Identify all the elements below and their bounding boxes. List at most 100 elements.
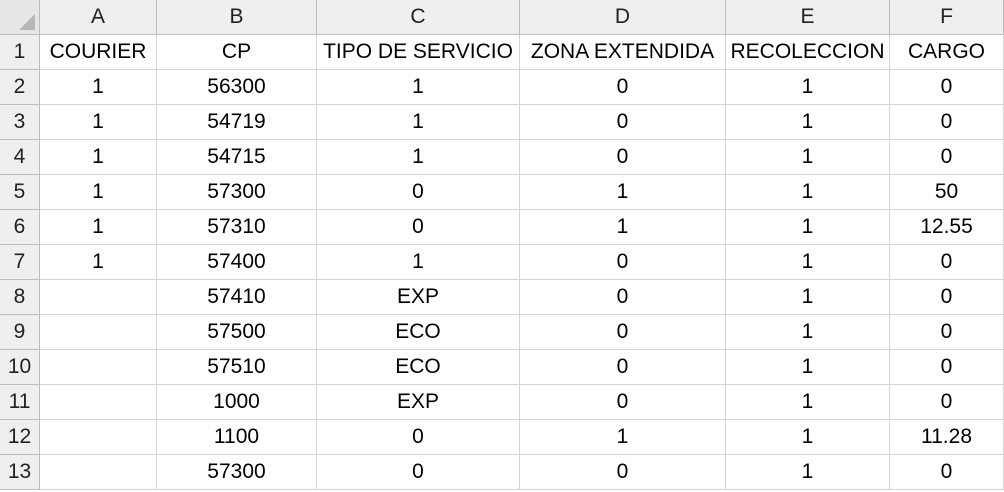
cell-c6[interactable]: 0 xyxy=(317,210,520,245)
cell-b4[interactable]: 54715 xyxy=(157,140,317,175)
cell-d2[interactable]: 0 xyxy=(520,70,726,105)
row-header[interactable]: 8 xyxy=(0,280,40,315)
row-header[interactable]: 4 xyxy=(0,140,40,175)
row-header[interactable]: 10 xyxy=(0,350,40,385)
cell-b5[interactable]: 57300 xyxy=(157,175,317,210)
cell-d1[interactable]: ZONA EXTENDIDA xyxy=(520,35,726,70)
cell-f1[interactable]: CARGO xyxy=(890,35,1004,70)
cell-b3[interactable]: 54719 xyxy=(157,105,317,140)
cell-b12[interactable]: 1100 xyxy=(157,420,317,455)
cell-a10[interactable] xyxy=(40,350,157,385)
cell-e10[interactable]: 1 xyxy=(726,350,890,385)
cell-a13[interactable] xyxy=(40,455,157,490)
cell-a9[interactable] xyxy=(40,315,157,350)
cell-c1[interactable]: TIPO DE SERVICIO xyxy=(317,35,520,70)
cell-d13[interactable]: 0 xyxy=(520,455,726,490)
cell-a4[interactable]: 1 xyxy=(40,140,157,175)
spreadsheet-grid: A B C D E F 1 COURIER CP TIPO DE SERVICIO ZO… xyxy=(0,0,1004,492)
select-all-corner[interactable] xyxy=(0,0,40,35)
row-header[interactable]: 3 xyxy=(0,105,40,140)
cell-e1[interactable]: RECOLECCION xyxy=(726,35,890,70)
cell-a5[interactable]: 1 xyxy=(40,175,157,210)
select-all-triangle-icon xyxy=(19,14,35,30)
row-header[interactable]: 1 xyxy=(0,35,40,70)
cell-b11[interactable]: 1000 xyxy=(157,385,317,420)
cell-e6[interactable]: 1 xyxy=(726,210,890,245)
cell-c9[interactable]: ECO xyxy=(317,315,520,350)
cell-b8[interactable]: 57410 xyxy=(157,280,317,315)
cell-c11[interactable]: EXP xyxy=(317,385,520,420)
cell-b9[interactable]: 57500 xyxy=(157,315,317,350)
cell-c12[interactable]: 0 xyxy=(317,420,520,455)
column-header-f[interactable]: F xyxy=(890,0,1004,35)
cell-f13[interactable]: 0 xyxy=(890,455,1004,490)
cell-c10[interactable]: ECO xyxy=(317,350,520,385)
cell-d12[interactable]: 1 xyxy=(520,420,726,455)
cell-a12[interactable] xyxy=(40,420,157,455)
cell-b1[interactable]: CP xyxy=(157,35,317,70)
row-header[interactable]: 5 xyxy=(0,175,40,210)
cell-a2[interactable]: 1 xyxy=(40,70,157,105)
cell-d5[interactable]: 1 xyxy=(520,175,726,210)
cell-e7[interactable]: 1 xyxy=(726,245,890,280)
cell-e2[interactable]: 1 xyxy=(726,70,890,105)
column-header-e[interactable]: E xyxy=(726,0,890,35)
cell-d11[interactable]: 0 xyxy=(520,385,726,420)
cell-f10[interactable]: 0 xyxy=(890,350,1004,385)
cell-c2[interactable]: 1 xyxy=(317,70,520,105)
cell-e11[interactable]: 1 xyxy=(726,385,890,420)
cell-a6[interactable]: 1 xyxy=(40,210,157,245)
cell-c13[interactable]: 0 xyxy=(317,455,520,490)
row-header[interactable]: 11 xyxy=(0,385,40,420)
cell-c5[interactable]: 0 xyxy=(317,175,520,210)
cell-b2[interactable]: 56300 xyxy=(157,70,317,105)
cell-c4[interactable]: 1 xyxy=(317,140,520,175)
column-header-a[interactable]: A xyxy=(40,0,157,35)
cell-f8[interactable]: 0 xyxy=(890,280,1004,315)
cell-a1[interactable]: COURIER xyxy=(40,35,157,70)
cell-e13[interactable]: 1 xyxy=(726,455,890,490)
cell-f5[interactable]: 50 xyxy=(890,175,1004,210)
row-header[interactable]: 12 xyxy=(0,420,40,455)
cell-f4[interactable]: 0 xyxy=(890,140,1004,175)
cell-a7[interactable]: 1 xyxy=(40,245,157,280)
cell-b13[interactable]: 57300 xyxy=(157,455,317,490)
column-header-b[interactable]: B xyxy=(157,0,317,35)
row-header[interactable]: 7 xyxy=(0,245,40,280)
cell-f2[interactable]: 0 xyxy=(890,70,1004,105)
cell-c8[interactable]: EXP xyxy=(317,280,520,315)
cell-f9[interactable]: 0 xyxy=(890,315,1004,350)
row-header[interactable]: 13 xyxy=(0,455,40,490)
cell-e8[interactable]: 1 xyxy=(726,280,890,315)
cell-c3[interactable]: 1 xyxy=(317,105,520,140)
cell-e9[interactable]: 1 xyxy=(726,315,890,350)
cell-b10[interactable]: 57510 xyxy=(157,350,317,385)
cell-d4[interactable]: 0 xyxy=(520,140,726,175)
cell-e3[interactable]: 1 xyxy=(726,105,890,140)
cell-f12[interactable]: 11.28 xyxy=(890,420,1004,455)
row-header[interactable]: 6 xyxy=(0,210,40,245)
cell-e5[interactable]: 1 xyxy=(726,175,890,210)
cell-d8[interactable]: 0 xyxy=(520,280,726,315)
row-header[interactable]: 9 xyxy=(0,315,40,350)
cell-f6[interactable]: 12.55 xyxy=(890,210,1004,245)
cell-c7[interactable]: 1 xyxy=(317,245,520,280)
column-header-d[interactable]: D xyxy=(520,0,726,35)
cell-a8[interactable] xyxy=(40,280,157,315)
cell-f11[interactable]: 0 xyxy=(890,385,1004,420)
cell-a3[interactable]: 1 xyxy=(40,105,157,140)
cell-b7[interactable]: 57400 xyxy=(157,245,317,280)
cell-f3[interactable]: 0 xyxy=(890,105,1004,140)
row-header[interactable]: 2 xyxy=(0,70,40,105)
cell-e12[interactable]: 1 xyxy=(726,420,890,455)
cell-e4[interactable]: 1 xyxy=(726,140,890,175)
column-header-c[interactable]: C xyxy=(317,0,520,35)
cell-d10[interactable]: 0 xyxy=(520,350,726,385)
cell-d3[interactable]: 0 xyxy=(520,105,726,140)
cell-d6[interactable]: 1 xyxy=(520,210,726,245)
cell-b6[interactable]: 57310 xyxy=(157,210,317,245)
cell-d7[interactable]: 0 xyxy=(520,245,726,280)
cell-f7[interactable]: 0 xyxy=(890,245,1004,280)
cell-d9[interactable]: 0 xyxy=(520,315,726,350)
cell-a11[interactable] xyxy=(40,385,157,420)
